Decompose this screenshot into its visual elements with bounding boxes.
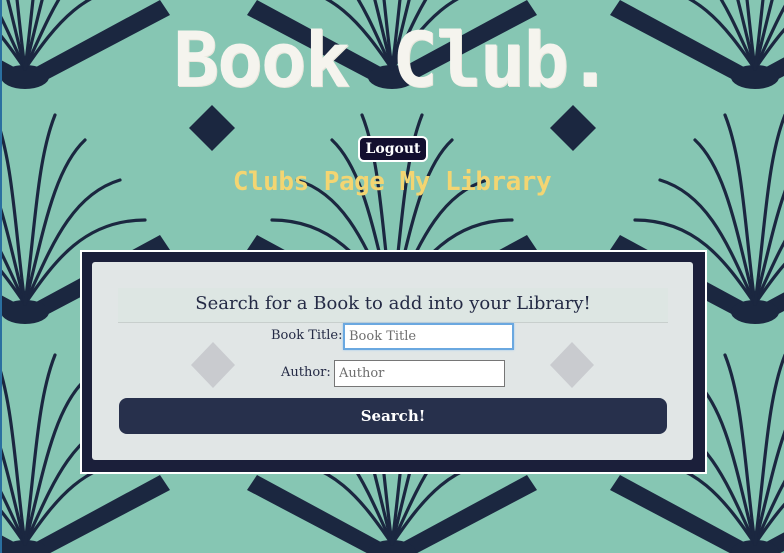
diamond-icon bbox=[191, 342, 235, 388]
main-nav: Clubs Page My Library bbox=[0, 167, 784, 197]
nav-link-my-library[interactable]: My Library bbox=[400, 167, 552, 197]
nav-separator bbox=[384, 167, 399, 197]
site-title: Book Club. bbox=[173, 15, 613, 104]
author-label: Author: bbox=[281, 365, 331, 380]
diamond-icon bbox=[550, 342, 594, 388]
search-card: Search for a Book to add into your Libra… bbox=[92, 262, 693, 460]
nav-link-clubs-page[interactable]: Clubs Page bbox=[233, 167, 385, 197]
search-heading: Search for a Book to add into your Libra… bbox=[118, 288, 668, 323]
diamond-icon bbox=[189, 105, 235, 151]
search-button[interactable]: Search! bbox=[119, 398, 667, 434]
book-title-label: Book Title: bbox=[271, 328, 343, 343]
book-title-input[interactable] bbox=[343, 323, 514, 350]
logout-button[interactable]: Logout bbox=[358, 136, 428, 162]
author-input[interactable] bbox=[334, 360, 505, 387]
diamond-icon bbox=[550, 105, 596, 151]
